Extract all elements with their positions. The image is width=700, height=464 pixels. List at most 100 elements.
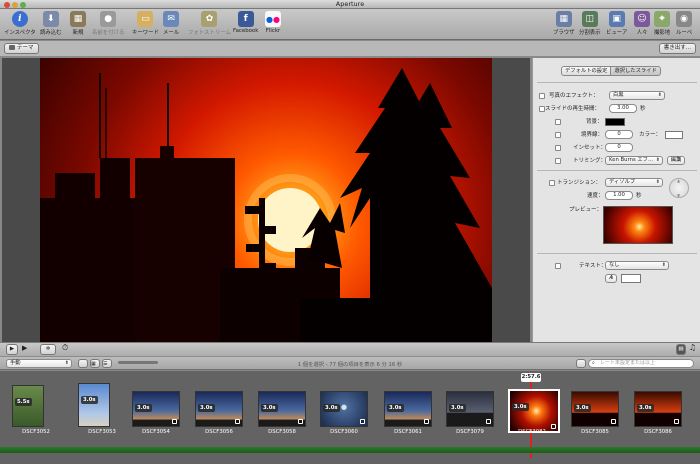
toolbar-keyword-tag-button[interactable]: ▭ キーワード — [132, 11, 159, 36]
text-label: テキスト： — [579, 263, 607, 269]
toolbar-info-button[interactable]: i インスペクタ — [4, 11, 36, 36]
zoom-window-button[interactable] — [20, 2, 26, 8]
filmstrip-slide-thumb[interactable]: 3.0s — [195, 391, 243, 427]
border-checkbox[interactable] — [555, 132, 561, 138]
toolbar-label: 新規 — [72, 30, 84, 36]
photo-effect-checkbox[interactable] — [539, 93, 545, 99]
transition-corner-icon — [298, 419, 303, 424]
font-button[interactable]: A — [605, 274, 617, 283]
photo-effect-label: 写真のエフェクト： — [549, 93, 599, 99]
toolbar-browser-grid-button[interactable]: ▦ ブラウザ — [553, 11, 575, 36]
slideshow-viewer — [2, 58, 530, 342]
trimming-checkbox[interactable] — [555, 158, 561, 164]
main-toolbar: i インスペクタ ⬇ 読み込む ▦ 新規 ● 名前を付ける ▭ キーワード ✉ メール ✿ フォトストリー… — [0, 9, 700, 40]
slide-duration-field[interactable]: 3.00 — [609, 104, 637, 113]
transition-corner-icon — [235, 419, 240, 424]
dial-arrow-icon: ▲ — [677, 178, 681, 183]
show-slides-button[interactable]: ▤ — [676, 344, 686, 355]
toolbar-loupe-button[interactable]: ◉ ルーペ — [676, 11, 692, 36]
info-icon: i — [11, 11, 28, 27]
filmstrip-slide-thumb[interactable]: 3.0s — [258, 391, 306, 427]
transition-corner-icon — [486, 419, 491, 424]
slide-photo-sunset — [40, 58, 492, 342]
toolbar-new-button[interactable]: ▦ 新規 — [70, 11, 86, 36]
filmstrip-slide-thumb[interactable]: 3.0s — [508, 389, 560, 433]
background-checkbox[interactable] — [555, 119, 561, 125]
filmstrip-slide-thumb[interactable]: 3.0s — [571, 391, 619, 427]
text-select[interactable]: なし — [605, 261, 669, 270]
export-button[interactable]: 書き出す... — [658, 43, 696, 54]
window-titlebar: Aperture — [0, 0, 700, 9]
filmstrip-slide-thumb[interactable]: 3.0s — [78, 383, 110, 427]
filmstrip-slide-thumb[interactable]: 5.5s — [12, 385, 44, 427]
music-icon[interactable]: ♫ — [689, 343, 696, 352]
window-title: Aperture — [335, 0, 365, 8]
transition-corner-icon — [424, 419, 429, 424]
slide-duration-badge: 3.0s — [323, 404, 340, 412]
filmstrip-slide-thumb[interactable]: 3.0s — [132, 391, 180, 427]
slide-filename: DSCF3061 — [394, 429, 422, 435]
photo-effect-select[interactable]: 白黒 — [609, 91, 665, 100]
gear-button[interactable]: ✲ — [40, 344, 56, 355]
slide-filename: DSCF3053 — [88, 429, 116, 435]
color-label: カラー： — [639, 132, 662, 138]
toolbar-flickr-button[interactable]: ● ● Flickr — [265, 11, 281, 34]
transition-checkbox[interactable] — [549, 180, 555, 186]
toolbar-facebook-button[interactable]: f Facebook — [233, 11, 258, 34]
filmstrip-slide-thumb[interactable]: 3.0s — [446, 391, 494, 427]
toolbar-split-view-button[interactable]: ◫ 分割表示 — [579, 11, 601, 36]
trimming-select[interactable]: Ken Burns エフ… — [605, 156, 663, 165]
transition-select[interactable]: ディゾルブ — [605, 178, 663, 187]
filmstrip-slide-thumb[interactable]: 3.0s — [634, 391, 682, 427]
slideshow-timeline-track[interactable] — [0, 447, 700, 453]
toolbar-places-map-button[interactable]: ⌖ 撮影地 — [654, 11, 670, 36]
slide-duration-badge: 3.0s — [135, 404, 152, 412]
toolbar-label: ブラウザ — [553, 30, 575, 36]
inset-checkbox[interactable] — [555, 145, 561, 151]
filmstrip-slide-thumb[interactable]: 3.0s — [320, 391, 368, 427]
close-window-button[interactable] — [4, 2, 10, 8]
search-placeholder: レート未設定または以上 — [600, 360, 656, 366]
text-color-well[interactable] — [621, 274, 641, 283]
inset-field[interactable]: 0 — [605, 143, 633, 152]
background-color-well[interactable] — [605, 118, 625, 126]
viewer-header-strip: テーマ 書き出す... — [0, 41, 700, 57]
border-field[interactable]: 0 — [605, 130, 633, 139]
play-preview-button[interactable]: ▶ — [6, 344, 18, 355]
slide-filename: DSCF3082 — [518, 429, 546, 435]
trimming-row: トリミング： Ken Burns エフ… 編集 — [533, 156, 700, 166]
filmstrip-slide-thumb[interactable]: 3.0s — [384, 391, 432, 427]
minimize-window-button[interactable] — [12, 2, 18, 8]
theme-button[interactable]: テーマ — [4, 43, 39, 54]
border-color-well[interactable] — [665, 131, 683, 139]
toolbar-mail-button[interactable]: ✉ メール — [163, 11, 179, 36]
slide-duration-badge: 3.0s — [261, 404, 278, 412]
tab-default-settings[interactable]: デフォルトの設定 — [561, 66, 612, 76]
viewer-icon: ▣ — [608, 11, 625, 27]
tab-selected-slide[interactable]: 選択したスライド — [611, 66, 661, 76]
inspector-tabs: デフォルトの設定 選択したスライド — [561, 66, 661, 76]
toolbar-label: 人々 — [636, 30, 648, 36]
timer-icon[interactable]: ⏱ — [62, 343, 68, 353]
toolbar-viewer-button[interactable]: ▣ ビューア — [606, 11, 627, 36]
text-row: テキスト： なし — [533, 261, 700, 271]
slide-duration-badge: 3.0s — [637, 404, 654, 412]
text-checkbox[interactable] — [555, 263, 561, 269]
photostream-icon: ✿ — [201, 11, 218, 27]
toolbar-import-button[interactable]: ⬇ 読み込む — [40, 11, 62, 36]
slide-duration-badge: 3.0s — [198, 404, 215, 412]
toolbar-label: キーワード — [132, 30, 159, 36]
slide-filename: DSCF3058 — [268, 429, 296, 435]
transition-direction-dial[interactable]: ▲ ▼ — [669, 178, 689, 198]
toolbar-label: 名前を付ける — [92, 30, 125, 36]
play-fullscreen-icon[interactable]: ▶ — [22, 344, 27, 352]
speed-field[interactable]: 1.00 — [605, 191, 633, 200]
trimming-edit-button[interactable]: 編集 — [667, 156, 685, 165]
playhead-time: 2:57.6 — [521, 373, 541, 382]
filter-button[interactable] — [576, 359, 586, 368]
facebook-icon: f — [237, 11, 254, 27]
toolbar-faces-button[interactable]: ☺ 人々 — [634, 11, 650, 36]
search-field[interactable]: ⌕ レート未設定または以上 — [588, 359, 694, 368]
toolbar-photostream-button: ✿ フォトストリーム — [188, 11, 231, 36]
search-icon: ⌕ — [592, 360, 595, 366]
